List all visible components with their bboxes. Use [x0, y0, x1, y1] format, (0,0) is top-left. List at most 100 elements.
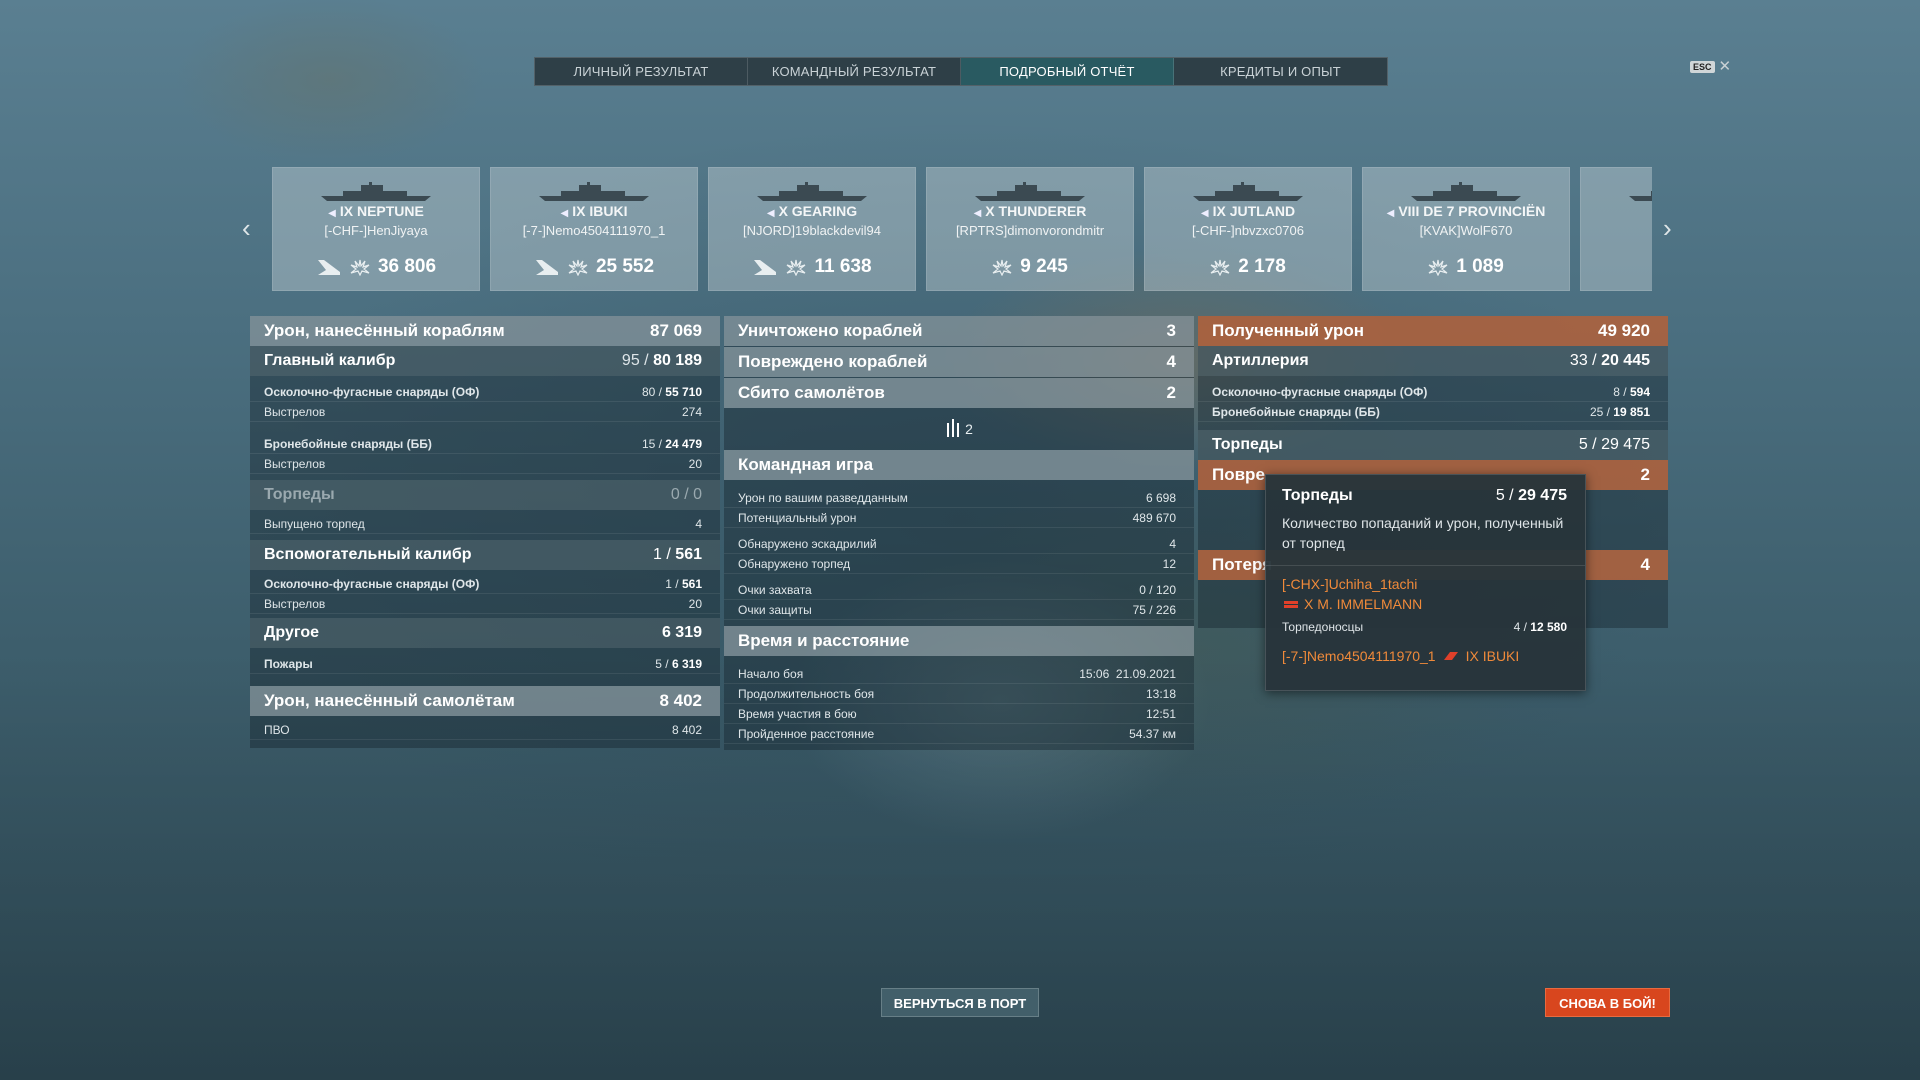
return-to-port-button[interactable]: ВЕРНУТЬСЯ В ПОРТ: [881, 988, 1039, 1017]
prev-ship-arrow[interactable]: ‹: [242, 215, 251, 241]
battle-again-button[interactable]: СНОВА В БОЙ!: [1545, 988, 1670, 1017]
planes-icon-row: 2: [724, 408, 1194, 450]
squadrons-label: Обнаружено эскадрилий: [738, 536, 877, 551]
tooltip-player-1: [-CHX-]Uchiha_1tachi: [1282, 576, 1418, 592]
defense-row: Очки защиты 75 / 226: [724, 600, 1194, 620]
damaged-row: Повреждено кораблей 4: [724, 347, 1194, 377]
secondary-row: Вспомогательный калибр 1 / 561: [250, 540, 720, 570]
ship-damage-value: 2 178: [1238, 256, 1286, 277]
damage-burst-icon: [568, 259, 588, 276]
other-value: 6 319: [661, 624, 702, 641]
ship-class-icon: ◀: [1200, 208, 1209, 219]
ship-card[interactable]: ◀ X GEARING [NJORD]19blackdevil94 11 638: [708, 167, 916, 291]
he-shots-value: 274: [681, 404, 702, 419]
damaged-value: 4: [1166, 352, 1176, 371]
squadrons-value: 4: [1169, 536, 1176, 551]
damage-burst-icon: [787, 259, 806, 276]
aa-row: ПВО 8 402: [250, 720, 720, 740]
ship-card[interactable]: ◀ IX IBUKI [-7-]Nemo4504111970_1 25 552: [490, 167, 698, 291]
close-button[interactable]: ESC ✕: [1690, 58, 1732, 75]
duration-value: 13:18: [1145, 686, 1176, 701]
spot-dmg-value: 6 698: [1145, 490, 1176, 505]
recv-torpedoes-label: Торпеды: [1212, 436, 1283, 453]
start-row: Начало боя 15:06 21.09.2021: [724, 664, 1194, 684]
tab-team-result[interactable]: КОМАНДНЫЙ РЕЗУЛЬТАТ: [748, 58, 961, 85]
torp-launched-row: Выпущено торпед 4: [250, 514, 720, 534]
ship-damage-value: 87 069: [650, 321, 702, 340]
ship-card[interactable]: ◀ X THUNDERER [RPTRS]dimonvorondmitr 9 245: [926, 167, 1134, 291]
tab-personal-result[interactable]: ЛИЧНЫЙ РЕЗУЛЬТАТ: [535, 58, 748, 85]
planes-icon-count: 2: [965, 421, 973, 437]
ship-card[interactable]: ◀ [M_W]: [1580, 167, 1652, 291]
team-label: Командная игра: [738, 455, 874, 474]
participation-row: Время участия в бою 12:51: [724, 704, 1194, 724]
team-header: Командная игра: [724, 450, 1194, 480]
tab-bar: ЛИЧНЫЙ РЕЗУЛЬТАТ КОМАНДНЫЙ РЕЗУЛЬТАТ ПОД…: [534, 57, 1388, 86]
plane-damage-label: Урон, нанесённый самолётам: [264, 691, 515, 710]
time-label: Время и расстояние: [738, 631, 910, 650]
ship-name: ◀ X THUNDERER: [973, 203, 1087, 219]
plane-damage-value: 8 402: [659, 691, 702, 710]
other-label: Другое: [264, 624, 319, 641]
duration-label: Продолжительность боя: [738, 686, 875, 701]
secondary-value: 1 / 561: [653, 546, 702, 563]
aircraft-icon: [317, 260, 340, 275]
time-header: Время и расстояние: [724, 626, 1194, 656]
ship-damage-value: 9 245: [1020, 256, 1068, 277]
ship-class-icon: ◀: [328, 208, 336, 219]
damage-burst-icon: [1210, 259, 1230, 276]
cruiser-icon: [1443, 652, 1458, 660]
ship-name: ◀ IX JUTLAND: [1200, 203, 1296, 219]
potential-value: 489 670: [1132, 510, 1176, 525]
close-icon: ✕: [1718, 58, 1732, 75]
defense-label: Очки защиты: [738, 602, 812, 617]
ap-shots-label: Выстрелов: [264, 456, 326, 471]
ship-damage-row: 25 552: [491, 256, 697, 278]
next-ship-arrow[interactable]: ›: [1663, 215, 1672, 241]
ship-card[interactable]: ◀ VIII DE 7 PROVINCIËN [KVAK]WolF670 1 089: [1362, 167, 1570, 291]
tab-credits-xp[interactable]: КРЕДИТЫ И ОПЫТ: [1174, 58, 1387, 85]
recv-ap-label: Бронебойные снаряды (ББ): [1212, 404, 1380, 419]
capture-label: Очки захвата: [738, 582, 812, 597]
artillery-value: 33 / 20 445: [1569, 352, 1650, 369]
distance-label: Пройденное расстояние: [738, 726, 875, 741]
torp-bombers-label: Торпедоносцы: [1282, 620, 1364, 634]
recv-lost-value: 4: [1640, 555, 1650, 574]
torpedoes-value: 0 / 0: [670, 486, 702, 503]
summary-panel: Уничтожено кораблей 3 Повреждено кораблей…: [724, 316, 1194, 750]
recv-torpedoes-row[interactable]: Торпеды 5 / 29 475: [1198, 430, 1668, 460]
torps-spotted-label: Обнаружено торпед: [738, 556, 851, 571]
main-caliber-value: 95 / 80 189: [621, 352, 702, 369]
ship-player-name: [M_W]: [1581, 223, 1652, 238]
ship-damage-value: 36 806: [377, 256, 437, 277]
received-label: Полученный урон: [1212, 321, 1365, 340]
planes-value: 2: [1166, 383, 1176, 402]
received-value: 49 920: [1598, 321, 1650, 340]
ship-damage-header: Урон, нанесённый кораблям 87 069: [250, 316, 720, 346]
ship-silhouette-icon: [1411, 182, 1521, 201]
torps-spotted-value: 12: [1162, 556, 1176, 571]
sec-he-label: Осколочно-фугасные снаряды (ОФ): [264, 576, 480, 591]
he-shots-row: Выстрелов 274: [250, 402, 720, 422]
ap-row: Бронебойные снаряды (ББ) 15 / 24 479: [250, 434, 720, 454]
planes-label: Сбито самолётов: [738, 383, 885, 402]
ship-damage-row: 1 089: [1363, 256, 1569, 278]
spot-dmg-row: Урон по вашим разведданным 6 698: [724, 488, 1194, 508]
ship-damage-row: 9 245: [927, 256, 1133, 278]
spot-dmg-label: Урон по вашим разведданным: [738, 490, 908, 505]
tab-detailed-report[interactable]: ПОДРОБНЫЙ ОТЧЁТ: [961, 58, 1174, 85]
ap-label: Бронебойные снаряды (ББ): [264, 436, 432, 451]
ship-card[interactable]: ◀ IX NEPTUNE [-CHF-]HenJiyaya 36 806: [272, 167, 480, 291]
aircraft-icon: [754, 260, 777, 275]
aircraft-icon: [535, 260, 558, 275]
destroyed-value: 3: [1166, 321, 1176, 340]
main-caliber-row: Главный калибр 95 / 80 189: [250, 346, 720, 376]
recv-he-label: Осколочно-фугасные снаряды (ОФ): [1212, 384, 1428, 399]
ship-damage-row: 36 806: [273, 256, 479, 278]
squadrons-row: Обнаружено эскадрилий 4: [724, 534, 1194, 554]
ship-player-name: [RPTRS]dimonvorondmitr: [955, 223, 1105, 238]
ship-silhouette-icon: [1193, 182, 1303, 201]
tooltip-title: Торпеды: [1282, 487, 1353, 504]
recv-he-row: Осколочно-фугасные снаряды (ОФ) 8 / 594: [1198, 382, 1668, 402]
ship-card[interactable]: ◀ IX JUTLAND [-CHF-]nbvzxc0706 2 178: [1144, 167, 1352, 291]
